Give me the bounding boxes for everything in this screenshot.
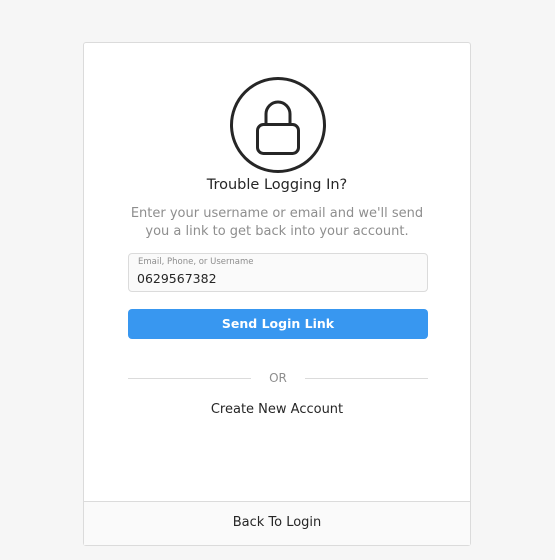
send-login-link-button[interactable]: Send Login Link — [128, 309, 428, 339]
create-new-account-link[interactable]: Create New Account — [84, 402, 470, 417]
divider-line-right — [305, 378, 428, 379]
account-identifier-input[interactable] — [137, 270, 417, 286]
page-title: Trouble Logging In? — [206, 177, 348, 193]
instructions-text: Enter your username or email and we'll s… — [130, 206, 424, 239]
or-divider-text: OR — [269, 371, 287, 385]
divider-line-left — [128, 378, 251, 379]
input-floating-label: Email, Phone, or Username — [138, 257, 254, 267]
recovery-card: Trouble Logging In? Enter your username … — [83, 42, 471, 546]
lock-icon — [256, 100, 300, 155]
account-identifier-field[interactable]: Email, Phone, or Username — [128, 253, 428, 292]
back-to-login-link[interactable]: Back To Login — [84, 501, 470, 545]
lock-icon-circle — [230, 77, 326, 173]
